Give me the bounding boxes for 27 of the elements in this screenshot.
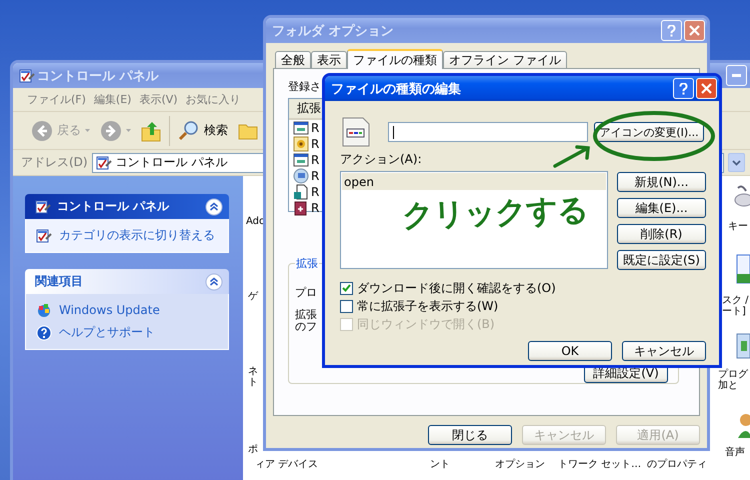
category-label: キー [728,221,748,232]
window-title: ファイルの種類の編集 [331,80,462,98]
category-label: ネ ト [248,366,258,388]
category-label: トワーク セット… [558,459,642,470]
annotation-text: クリックする [401,190,589,236]
category-label: オプション [495,459,545,470]
category-label: ント [430,459,450,470]
card-title: コントロール パネル [57,198,170,215]
checkbox-label: ダウンロード後に開く確認をする(O) [357,280,556,296]
card-title: 関連項目 [35,273,84,290]
actions-label: アクション(A): [340,151,422,168]
checkbox-label: 同じウィンドウで開く(B) [357,316,495,332]
category-label: のプロパティ [647,459,707,470]
address-label: アドレス(D) [21,154,88,171]
category-label: 音声 [725,447,745,458]
group-title: 拡張 [295,256,319,271]
category-label: ィア デバイス [255,459,318,470]
category-label: ポ [248,444,258,455]
group-text: プロ [295,287,317,300]
group-text: 拡張 のフ [295,309,317,334]
checkbox-label: 常に拡張子を表示する(W) [357,298,498,314]
category-label: スク / ート] [722,295,749,317]
window-title: フォルダ オプション [272,22,395,40]
list-label: 登録さ [288,79,321,94]
category-label: ゲ [248,291,258,302]
category-label: プログ 加と [718,369,748,391]
window-title: コントロール パネル [37,68,160,84]
